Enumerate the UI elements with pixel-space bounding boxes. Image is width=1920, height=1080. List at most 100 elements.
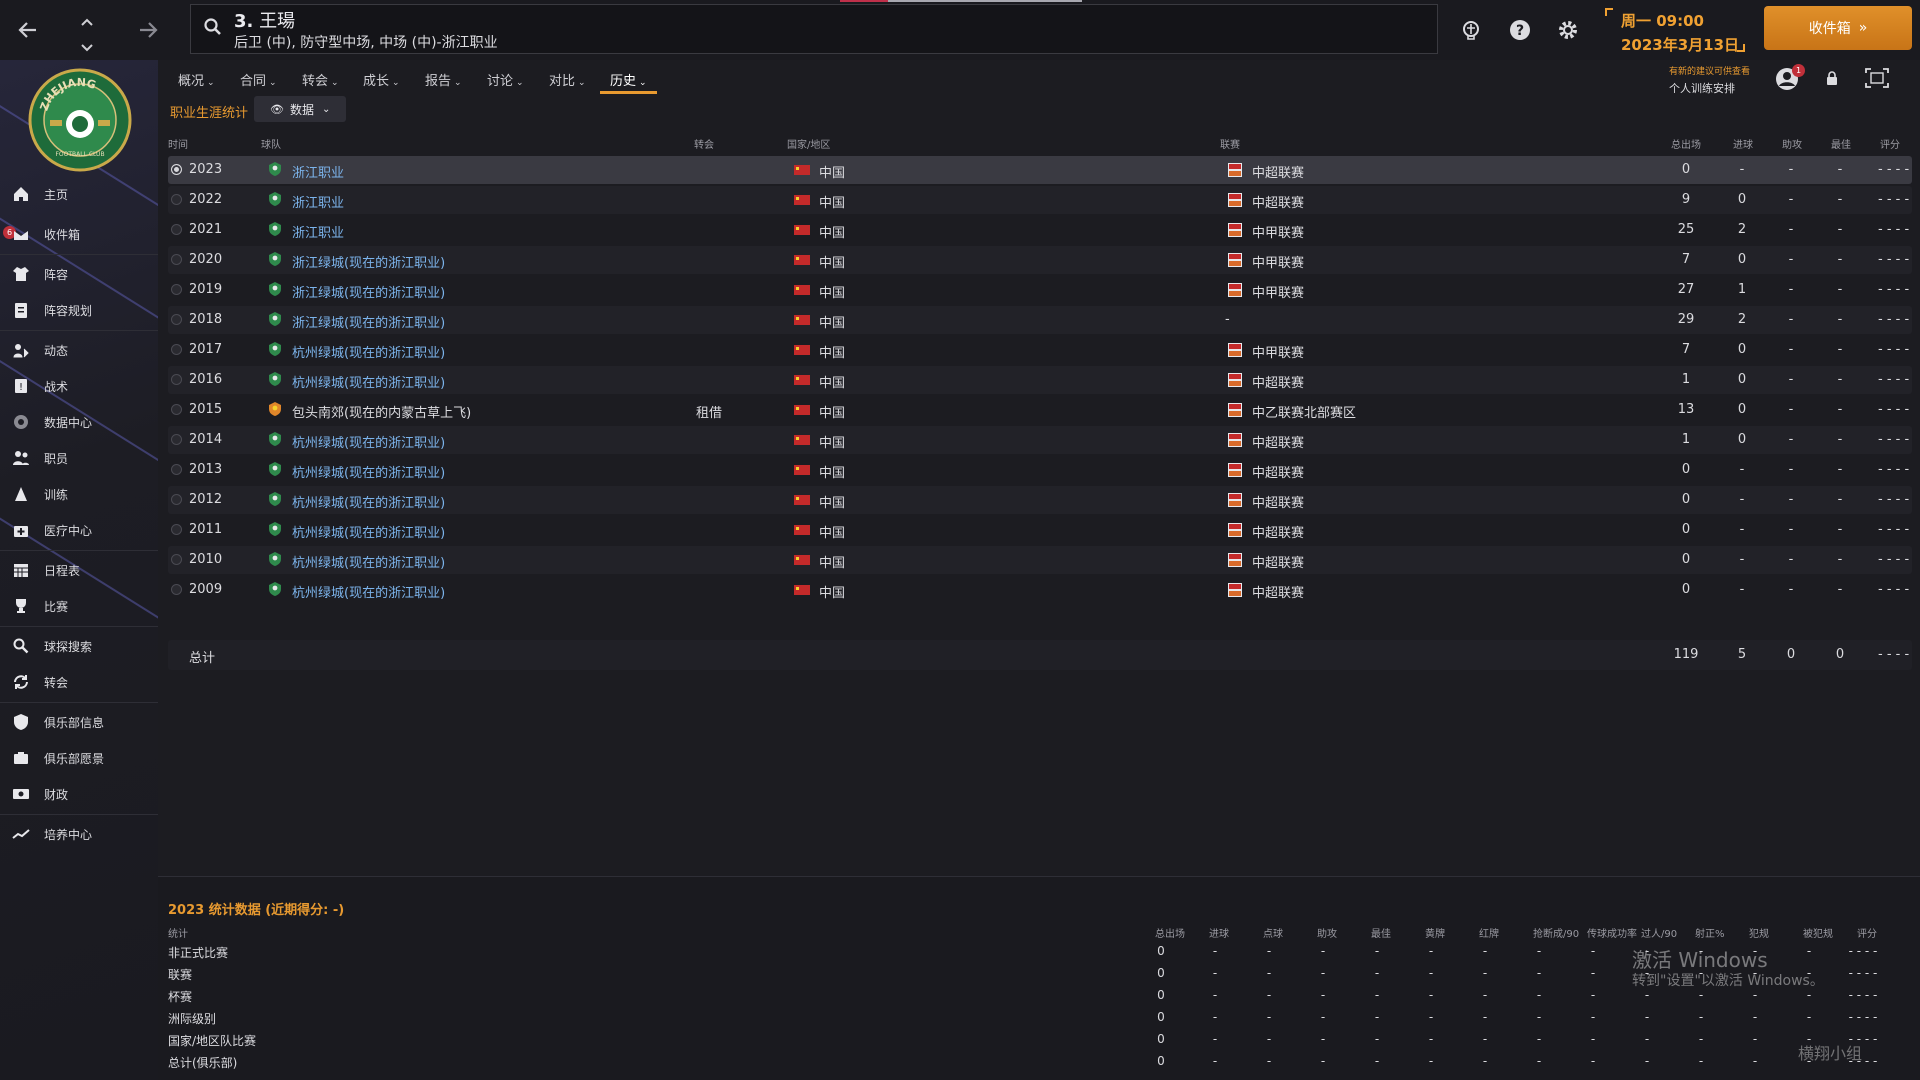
stats-col-header[interactable]: 助攻: [1317, 925, 1337, 940]
career-table-row[interactable]: 2009 杭州绿城(现在的浙江职业) 中国 中超联赛 0 - - - - - - -: [168, 576, 1912, 604]
tab-discuss[interactable]: 讨论 ⌄: [477, 66, 534, 94]
notice-individual-training[interactable]: 个人训练安排: [1669, 80, 1735, 96]
back-arrow-icon[interactable]: [16, 18, 40, 47]
forward-arrow-icon[interactable]: [136, 18, 160, 47]
col-header-pom[interactable]: 最佳: [1831, 136, 1851, 151]
continue-button[interactable]: 收件箱 »: [1764, 6, 1912, 50]
career-table-row[interactable]: 2019 浙江绿城(现在的浙江职业) 中国 中甲联赛 27 1 - - - - - -: [168, 276, 1912, 304]
sidebar-item-inbox[interactable]: 6 收件箱: [0, 218, 158, 250]
row-club[interactable]: 杭州绿城(现在的浙江职业): [292, 462, 445, 481]
career-table-row[interactable]: 2020 浙江绿城(现在的浙江职业) 中国 中甲联赛 7 0 - - - - - -: [168, 246, 1912, 274]
search-box[interactable]: 3. 王瑒 后卫 (中), 防守型中场, 中场 (中)-浙江职业: [190, 4, 1438, 54]
fullscreen-icon[interactable]: [1864, 67, 1890, 89]
row-club[interactable]: 杭州绿城(现在的浙江职业): [292, 522, 445, 541]
col-header-goals[interactable]: 进球: [1733, 136, 1753, 151]
row-select-radio[interactable]: [171, 464, 182, 475]
row-select-radio[interactable]: [171, 194, 182, 205]
row-league[interactable]: 中超联赛: [1252, 492, 1304, 511]
stats-col-header[interactable]: 黄牌: [1425, 925, 1445, 940]
career-table-row[interactable]: 2018 浙江绿城(现在的浙江职业) 中国 - 29 2 - - - - - -: [168, 306, 1912, 334]
sidebar-item-club-vision[interactable]: 俱乐部愿景: [0, 742, 158, 774]
row-club[interactable]: 杭州绿城(现在的浙江职业): [292, 372, 445, 391]
tab-transfer[interactable]: 转会 ⌄: [292, 66, 349, 94]
row-select-radio[interactable]: [171, 344, 182, 355]
stats-col-header[interactable]: 红牌: [1479, 925, 1499, 940]
sidebar-item-development-centre[interactable]: 培养中心: [0, 818, 158, 850]
row-club[interactable]: 杭州绿城(现在的浙江职业): [292, 552, 445, 571]
sidebar-item-training[interactable]: 训练: [0, 478, 158, 510]
row-league[interactable]: 中超联赛: [1252, 582, 1304, 601]
row-club[interactable]: 浙江绿城(现在的浙江职业): [292, 252, 445, 271]
row-select-radio[interactable]: [171, 314, 182, 325]
row-league[interactable]: 中超联赛: [1252, 522, 1304, 541]
sidebar-item-dynamics[interactable]: 动态: [0, 334, 158, 366]
col-header-rating[interactable]: 评分: [1880, 136, 1900, 151]
stats-col-header[interactable]: 射正%: [1695, 925, 1725, 940]
stats-col-header[interactable]: 评分: [1857, 925, 1877, 940]
brain-icon[interactable]: [1459, 18, 1483, 42]
chevron-up-icon[interactable]: [80, 10, 94, 32]
col-header-league[interactable]: 联赛: [1220, 136, 1240, 151]
stats-col-header[interactable]: 最佳: [1371, 925, 1391, 940]
row-club[interactable]: 杭州绿城(现在的浙江职业): [292, 342, 445, 361]
career-table-row[interactable]: 2023 浙江职业 中国 中超联赛 0 - - - - - - -: [168, 156, 1912, 184]
row-league[interactable]: 中超联赛: [1252, 462, 1304, 481]
career-table-row[interactable]: 2013 杭州绿城(现在的浙江职业) 中国 中超联赛 0 - - - - - - -: [168, 456, 1912, 484]
row-select-radio[interactable]: [171, 224, 182, 235]
sidebar-item-data-hub[interactable]: 数据中心: [0, 406, 158, 438]
career-table-row[interactable]: 2017 杭州绿城(现在的浙江职业) 中国 中甲联赛 7 0 - - - - - -: [168, 336, 1912, 364]
col-header-time[interactable]: 时间: [168, 136, 188, 151]
row-league[interactable]: 中超联赛: [1252, 552, 1304, 571]
sidebar-item-transfers[interactable]: 转会: [0, 666, 158, 698]
col-header-nation[interactable]: 国家/地区: [787, 136, 830, 151]
tab-development[interactable]: 成长 ⌄: [353, 66, 410, 94]
row-league[interactable]: 中甲联赛: [1252, 282, 1304, 301]
row-club[interactable]: 浙江绿城(现在的浙江职业): [292, 312, 445, 331]
tab-history[interactable]: 历史 ⌄: [600, 66, 657, 94]
row-select-radio[interactable]: [171, 284, 182, 295]
staff-advice-icon[interactable]: 1: [1774, 64, 1805, 92]
row-club[interactable]: 杭州绿城(现在的浙江职业): [292, 492, 445, 511]
sidebar-item-home[interactable]: 主页: [0, 178, 158, 210]
sidebar-item-squad[interactable]: 阵容: [0, 258, 158, 290]
row-league[interactable]: 中超联赛: [1252, 372, 1304, 391]
row-club[interactable]: 杭州绿城(现在的浙江职业): [292, 582, 445, 601]
sidebar-item-competitions[interactable]: 比赛: [0, 590, 158, 622]
row-club[interactable]: 浙江职业: [292, 222, 344, 241]
career-table-row[interactable]: 2010 杭州绿城(现在的浙江职业) 中国 中超联赛 0 - - - - - - -: [168, 546, 1912, 574]
row-league[interactable]: 中超联赛: [1252, 162, 1304, 181]
sidebar-item-finances[interactable]: 财政: [0, 778, 158, 810]
row-select-radio[interactable]: [171, 524, 182, 535]
row-club[interactable]: 浙江职业: [292, 192, 344, 211]
career-table-row[interactable]: 2015 包头南郊(现在的内蒙古草上飞) 租借 中国 中乙联赛北部赛区 13 0 - - - - …: [168, 396, 1912, 424]
row-select-radio[interactable]: [171, 164, 182, 175]
notice-new-advice[interactable]: 有新的建议可供查看: [1669, 64, 1750, 77]
tab-contract[interactable]: 合同 ⌄: [230, 66, 287, 94]
stats-col-header[interactable]: 被犯规: [1803, 925, 1833, 940]
search-icon[interactable]: [203, 17, 223, 37]
lock-icon[interactable]: [1824, 70, 1840, 86]
row-select-radio[interactable]: [171, 554, 182, 565]
career-table-row[interactable]: 2011 杭州绿城(现在的浙江职业) 中国 中超联赛 0 - - - - - - -: [168, 516, 1912, 544]
sidebar-item-squad-planner[interactable]: 阵容规划: [0, 294, 158, 326]
row-club[interactable]: 杭州绿城(现在的浙江职业): [292, 432, 445, 451]
help-icon[interactable]: ?: [1508, 18, 1532, 42]
col-header-transfer[interactable]: 转会: [694, 136, 714, 151]
col-header-club[interactable]: 球队: [261, 136, 281, 151]
row-league[interactable]: 中超联赛: [1252, 432, 1304, 451]
row-select-radio[interactable]: [171, 494, 182, 505]
stats-col-header[interactable]: 传球成功率: [1587, 925, 1637, 940]
row-league[interactable]: 中超联赛: [1252, 192, 1304, 211]
row-club[interactable]: 浙江绿城(现在的浙江职业): [292, 282, 445, 301]
stats-col-header[interactable]: 犯规: [1749, 925, 1769, 940]
row-league[interactable]: 中甲联赛: [1252, 252, 1304, 271]
row-select-radio[interactable]: [171, 584, 182, 595]
row-league[interactable]: 中甲联赛: [1252, 342, 1304, 361]
career-table-row[interactable]: 2021 浙江职业 中国 中甲联赛 25 2 - - - - - -: [168, 216, 1912, 244]
tab-overview[interactable]: 概况 ⌄: [168, 66, 225, 94]
career-table-row[interactable]: 2022 浙江职业 中国 中超联赛 9 0 - - - - - -: [168, 186, 1912, 214]
row-select-radio[interactable]: [171, 404, 182, 415]
view-data-dropdown[interactable]: 👁 数据 ⌄: [254, 96, 346, 122]
career-table-row[interactable]: 2014 杭州绿城(现在的浙江职业) 中国 中超联赛 1 0 - - - - - -: [168, 426, 1912, 454]
row-club[interactable]: 浙江职业: [292, 162, 344, 181]
